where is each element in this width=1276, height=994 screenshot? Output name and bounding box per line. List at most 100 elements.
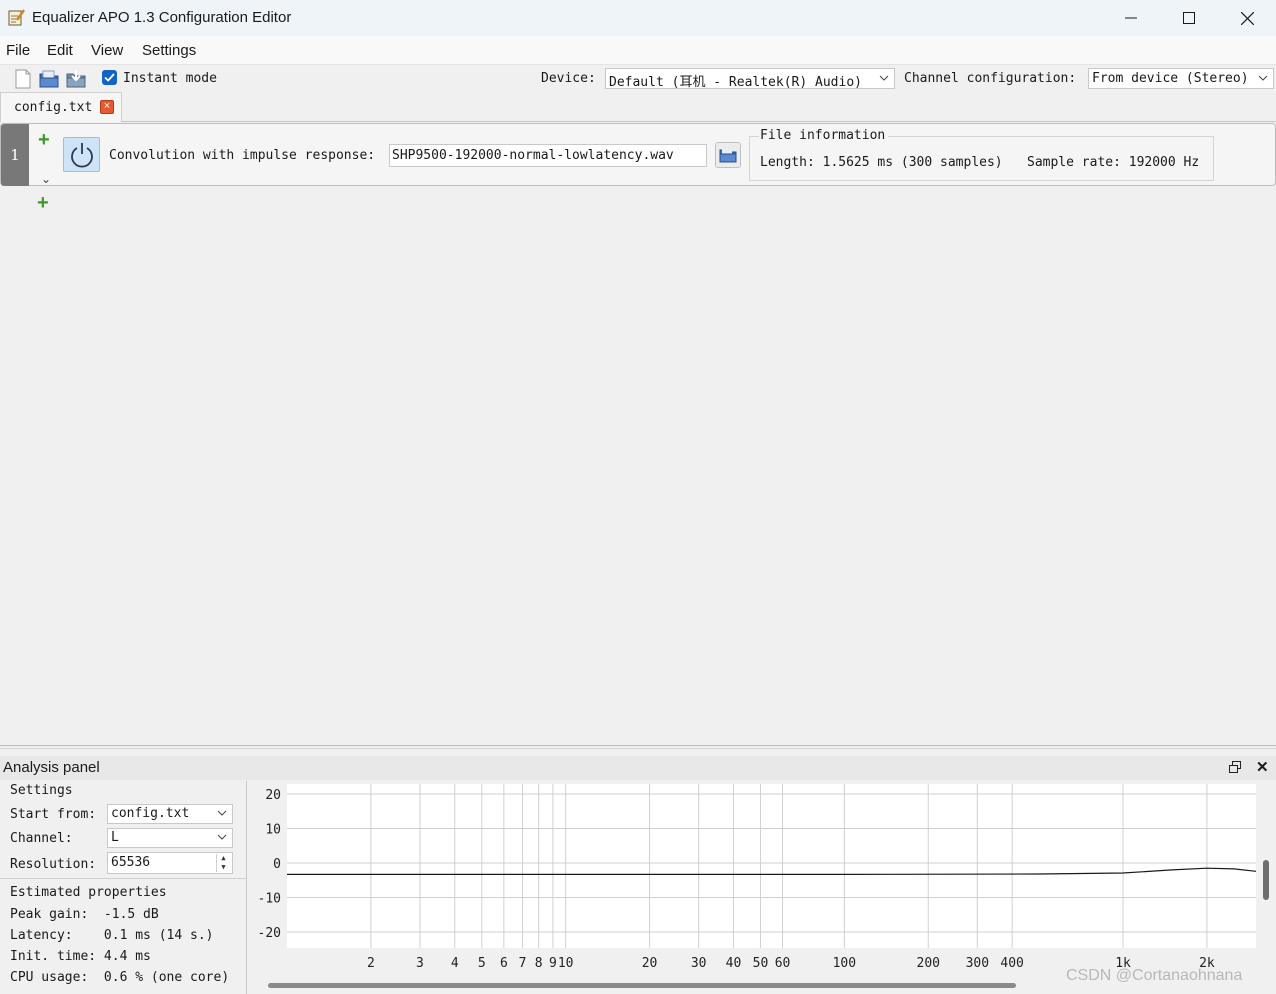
y-tick-label: 0 <box>273 857 281 872</box>
start-from-label: Start from: <box>10 807 97 822</box>
x-tick-label: 9 <box>549 956 557 971</box>
x-tick-label: 2 <box>367 956 375 971</box>
y-tick-label: -10 <box>258 892 281 907</box>
x-tick-label: 50 <box>753 956 769 971</box>
instant-mode-checkbox[interactable] <box>102 70 117 85</box>
chevron-down-icon <box>879 75 889 81</box>
file-sample-rate: Sample rate: 192000 Hz <box>1027 155 1200 170</box>
device-select[interactable]: Default (耳机 - Realtek(R) Audio) <box>605 68 895 89</box>
filter-row: 1 + ⌄ Convolution with impulse response:… <box>0 123 1276 186</box>
add-filter-above-icon[interactable]: + <box>38 130 50 150</box>
peak-gain: Peak gain: -1.5 dB <box>10 907 159 922</box>
start-from-select[interactable]: config.txt <box>107 804 233 824</box>
menu-settings[interactable]: Settings <box>142 42 196 59</box>
expand-chevron-icon[interactable]: ⌄ <box>41 172 51 186</box>
instant-mode-label: Instant mode <box>123 71 217 86</box>
menu-edit[interactable]: Edit <box>47 42 73 59</box>
cpu-usage: CPU usage: 0.6 % (one core) <box>10 970 230 985</box>
device-label: Device: <box>541 71 596 86</box>
x-tick-label: 4 <box>451 956 459 971</box>
x-tick-label: 10 <box>558 956 574 971</box>
x-tick-label: 100 <box>833 956 856 971</box>
vertical-scrollbar[interactable] <box>1263 860 1269 900</box>
resolution-spinbox[interactable]: 65536 ▲ ▼ <box>107 852 233 874</box>
chevron-down-icon <box>217 834 227 840</box>
toolbar: Instant mode Device: Default (耳机 - Realt… <box>0 64 1276 92</box>
horizontal-scrollbar[interactable] <box>268 983 1016 988</box>
channel-label: Channel: <box>10 831 73 846</box>
undock-icon[interactable] <box>1228 760 1242 774</box>
new-file-icon[interactable] <box>13 69 33 89</box>
maximize-icon <box>1183 12 1195 24</box>
add-filter-icon[interactable]: + <box>37 193 49 213</box>
spin-arrows-icon[interactable]: ▲ ▼ <box>216 854 230 872</box>
minimize-button[interactable] <box>1102 0 1160 36</box>
analysis-panel-title: Analysis panel <box>3 759 100 776</box>
watermark: CSDN @Cortanaohnana <box>1066 967 1243 984</box>
browse-file-button[interactable] <box>715 142 741 168</box>
plot-background <box>287 784 1256 948</box>
file-length: Length: 1.5625 ms (300 samples) <box>760 155 1003 170</box>
settings-title: Settings <box>10 783 73 798</box>
checkmark-icon <box>104 73 115 82</box>
window-title: Equalizer APO 1.3 Configuration Editor <box>32 9 292 26</box>
tab-bar: config.txt × <box>0 92 1276 122</box>
y-tick-label: -20 <box>258 926 281 941</box>
save-file-icon[interactable] <box>66 69 86 89</box>
menu-view[interactable]: View <box>91 42 123 59</box>
x-tick-label: 20 <box>642 956 658 971</box>
open-file-icon[interactable] <box>39 69 59 89</box>
close-icon <box>1240 11 1254 25</box>
frequency-response-chart: 20100-10-202 3 4 5 6 7 8 9 10 20 30 40 50 60 100 200 300… <box>258 784 1257 971</box>
folder-icon <box>719 148 737 163</box>
estimated-properties-title: Estimated properties <box>10 885 167 900</box>
close-panel-icon[interactable]: ✕ <box>1256 758 1269 776</box>
channel-configuration-value: From device (Stereo) <box>1092 71 1249 86</box>
tab-config-txt[interactable]: config.txt × <box>0 92 122 122</box>
x-tick-label: 30 <box>691 956 707 971</box>
analysis-settings: Settings Start from: config.txt Channel:… <box>0 781 246 994</box>
power-icon <box>70 142 93 168</box>
notepad-app-icon <box>7 8 26 26</box>
latency: Latency: 0.1 ms (14 s.) <box>10 928 214 943</box>
chevron-down-icon <box>217 810 227 816</box>
minimize-icon <box>1125 17 1137 19</box>
convolution-label: Convolution with impulse response: <box>109 148 376 163</box>
impulse-response-file-input[interactable]: SHP9500-192000-normal-lowlatency.wav <box>389 144 707 167</box>
x-tick-label: 3 <box>416 956 424 971</box>
frequency-response-graph[interactable]: 20 10 0 -10 -20 2 3 4 5 6 7 8 9 10 20 30 40 50 60 100 200 300… <box>246 781 1276 994</box>
tab-label: config.txt <box>14 100 93 115</box>
channel-configuration-select[interactable]: From device (Stereo) <box>1088 68 1274 89</box>
panel-splitter[interactable] <box>0 745 1276 749</box>
init-time: Init. time: 4.4 ms <box>10 949 151 964</box>
x-tick-label: 200 <box>917 956 940 971</box>
title-bar: Equalizer APO 1.3 Configuration Editor <box>0 0 1276 36</box>
analysis-panel-header: Analysis panel ✕ <box>0 756 1276 780</box>
x-tick-label: 8 <box>535 956 543 971</box>
x-tick-label: 60 <box>775 956 791 971</box>
file-information-title: File information <box>759 128 889 143</box>
resolution-value: 65536 <box>111 855 151 870</box>
y-tick-label: 20 <box>265 788 281 803</box>
x-tick-label: 300 <box>966 956 989 971</box>
menu-bar: File Edit View Settings <box>0 36 1276 64</box>
maximize-button[interactable] <box>1160 0 1218 36</box>
x-tick-label: 6 <box>500 956 508 971</box>
x-tick-label: 7 <box>519 956 527 971</box>
device-select-value: Default (耳机 - Realtek(R) Audio) <box>609 75 862 89</box>
channel-configuration-label: Channel configuration: <box>904 71 1077 86</box>
close-tab-icon[interactable]: × <box>100 100 114 114</box>
filter-index[interactable]: 1 <box>1 124 29 186</box>
chevron-down-icon <box>1258 75 1268 81</box>
resolution-label: Resolution: <box>10 857 97 872</box>
menu-file[interactable]: File <box>6 42 30 59</box>
close-window-button[interactable] <box>1218 0 1276 36</box>
settings-divider <box>0 878 246 879</box>
y-tick-label: 10 <box>265 823 281 838</box>
channel-value: L <box>111 830 119 845</box>
x-tick-label: 40 <box>726 956 742 971</box>
filter-power-toggle[interactable] <box>63 137 100 172</box>
x-tick-label: 5 <box>478 956 486 971</box>
x-tick-label: 400 <box>1000 956 1023 971</box>
channel-select[interactable]: L <box>107 828 233 848</box>
